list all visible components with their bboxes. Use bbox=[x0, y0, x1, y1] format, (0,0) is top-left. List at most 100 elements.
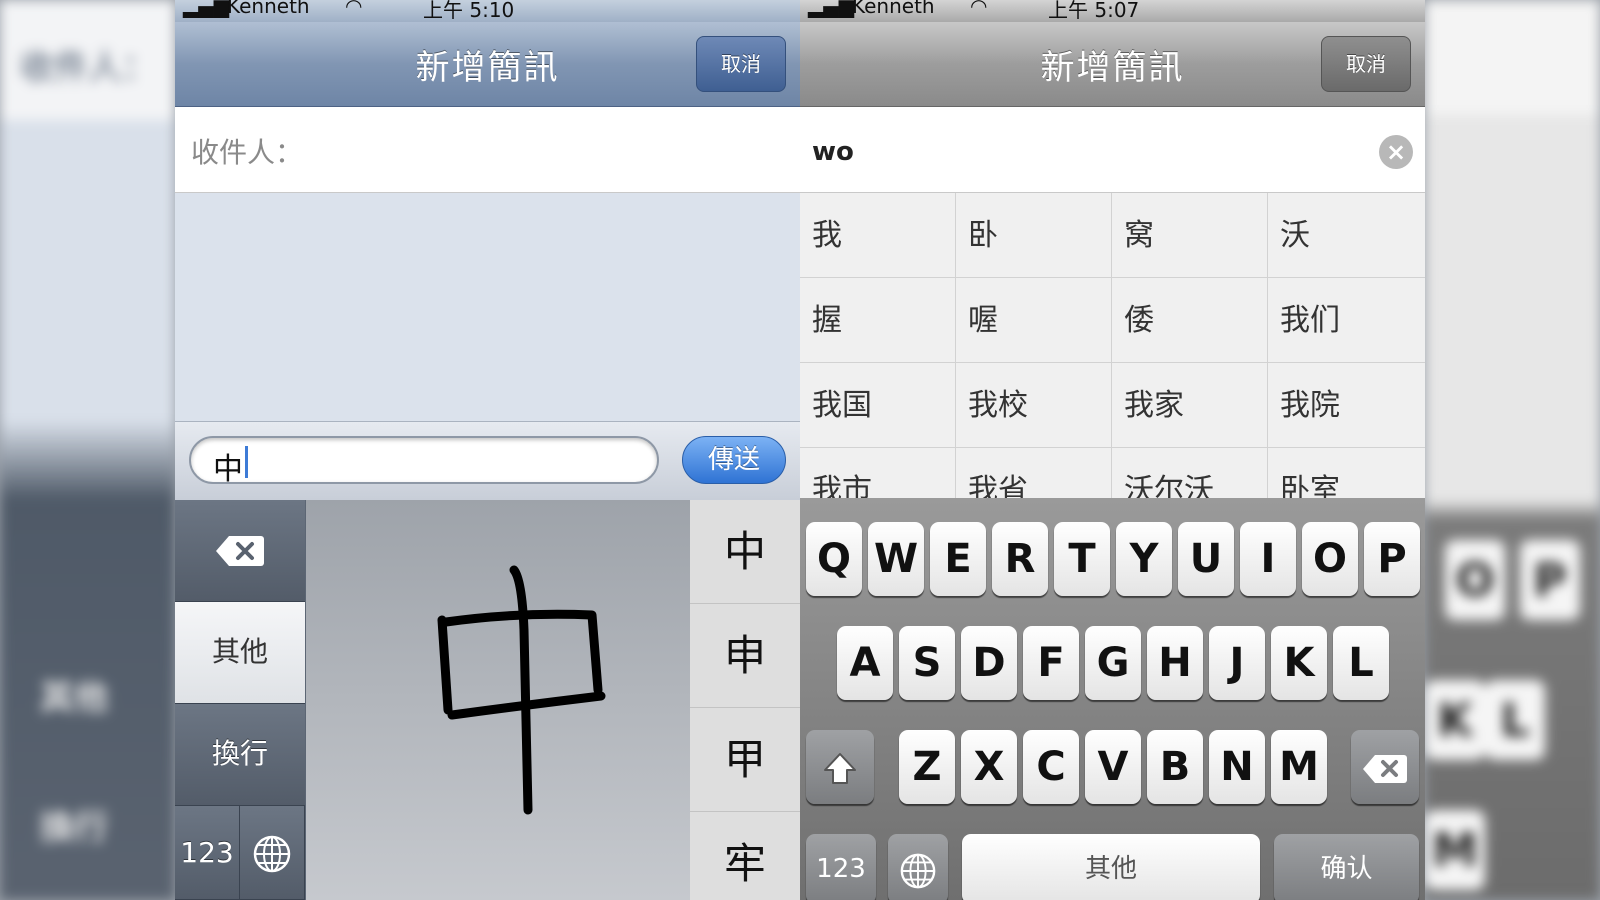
status-time: 上午 5:07 bbox=[1048, 0, 1140, 22]
key-r[interactable]: R bbox=[992, 522, 1048, 596]
globe-key[interactable] bbox=[240, 806, 305, 900]
key-a[interactable]: A bbox=[837, 626, 893, 700]
bg-key: L bbox=[1485, 680, 1545, 760]
candidate-item[interactable]: 牢 bbox=[690, 812, 800, 900]
navigation-bar: 新增簡訊 取消 bbox=[800, 22, 1425, 107]
keyboard-function-column: 其他 換行 123 bbox=[175, 500, 305, 900]
recipient-field[interactable]: 收件人： bbox=[175, 107, 800, 193]
key-o[interactable]: O bbox=[1302, 522, 1358, 596]
pinyin-input-value: wo bbox=[812, 137, 854, 167]
key-y[interactable]: Y bbox=[1116, 522, 1172, 596]
shift-icon bbox=[824, 753, 856, 784]
other-key[interactable]: 其他 bbox=[175, 602, 305, 704]
candidate-item[interactable]: 倭 bbox=[1112, 278, 1268, 363]
key-e[interactable]: E bbox=[930, 522, 986, 596]
bg-key: M bbox=[1425, 810, 1485, 890]
shift-key[interactable] bbox=[806, 730, 874, 804]
key-l[interactable]: L bbox=[1333, 626, 1389, 700]
newline-key[interactable]: 換行 bbox=[175, 704, 305, 806]
carrier-name: Kenneth bbox=[852, 0, 935, 18]
status-time: 上午 5:10 bbox=[423, 0, 515, 22]
globe-icon bbox=[253, 835, 291, 873]
bg-key: P bbox=[1520, 540, 1580, 620]
handwriting-canvas[interactable] bbox=[306, 500, 690, 900]
bg-newline-key: 換行 bbox=[40, 808, 108, 848]
key-c[interactable]: C bbox=[1023, 730, 1079, 804]
candidate-item[interactable]: 卧室 bbox=[1268, 448, 1425, 498]
handwritten-stroke bbox=[437, 565, 606, 815]
key-b[interactable]: B bbox=[1147, 730, 1203, 804]
candidate-item[interactable]: 我 bbox=[800, 193, 956, 278]
clear-icon[interactable]: × bbox=[1379, 135, 1413, 169]
carrier-name: Kenneth bbox=[227, 0, 310, 18]
numbers-key[interactable]: 123 bbox=[175, 806, 240, 900]
handwriting-keyboard: 其他 換行 123 中 申 甲 牢 bbox=[175, 500, 800, 900]
qwerty-keyboard: Q W E R T Y U I O P A S D F G H J K L Z … bbox=[800, 498, 1425, 900]
cancel-button[interactable]: 取消 bbox=[1321, 36, 1411, 92]
globe-key[interactable] bbox=[888, 834, 948, 900]
key-w[interactable]: W bbox=[868, 522, 924, 596]
bg-recipient-label: 收件人： bbox=[20, 48, 156, 88]
status-bar: ▂▄▆ Kenneth ◠ 上午 5:07 bbox=[800, 0, 1425, 22]
key-z[interactable]: Z bbox=[899, 730, 955, 804]
bg-other-key: 其他 bbox=[40, 678, 108, 718]
numbers-key[interactable]: 123 bbox=[806, 834, 876, 900]
candidate-item[interactable]: 我省 bbox=[956, 448, 1112, 498]
key-p[interactable]: P bbox=[1364, 522, 1420, 596]
candidate-grid: 我 卧 窝 沃 握 喔 倭 我们 我国 我校 我家 我院 我市 我省 沃尔沃 卧… bbox=[800, 193, 1425, 498]
key-v[interactable]: V bbox=[1085, 730, 1141, 804]
key-s[interactable]: S bbox=[899, 626, 955, 700]
send-button[interactable]: 傳送 bbox=[682, 436, 786, 484]
bg-key: O bbox=[1445, 540, 1505, 620]
key-f[interactable]: F bbox=[1023, 626, 1079, 700]
signal-icon: ▂▄▆ bbox=[808, 0, 855, 18]
candidate-item[interactable]: 窝 bbox=[1112, 193, 1268, 278]
candidate-item[interactable]: 喔 bbox=[956, 278, 1112, 363]
handwriting-screen: ▂▄▆ Kenneth ◠ 上午 5:10 新增簡訊 取消 收件人： 中 傳送 … bbox=[175, 0, 800, 900]
candidate-item[interactable]: 中 bbox=[690, 500, 800, 604]
candidate-item[interactable]: 我市 bbox=[800, 448, 956, 498]
key-k[interactable]: K bbox=[1271, 626, 1327, 700]
message-area bbox=[175, 193, 800, 421]
compose-bar: 中 傳送 bbox=[175, 421, 800, 500]
message-input-value: 中 bbox=[213, 452, 243, 487]
confirm-key[interactable]: 确认 bbox=[1274, 834, 1419, 900]
blurred-background-right: O P K L M bbox=[1425, 0, 1600, 900]
candidate-item[interactable]: 我院 bbox=[1268, 363, 1425, 448]
globe-icon bbox=[900, 853, 936, 889]
candidate-item[interactable]: 沃 bbox=[1268, 193, 1425, 278]
candidate-item[interactable]: 我国 bbox=[800, 363, 956, 448]
wifi-icon: ◠ bbox=[345, 0, 363, 18]
key-t[interactable]: T bbox=[1054, 522, 1110, 596]
backspace-key[interactable] bbox=[175, 500, 305, 602]
candidate-item[interactable]: 申 bbox=[690, 604, 800, 708]
candidate-item[interactable]: 我校 bbox=[956, 363, 1112, 448]
message-input[interactable]: 中 bbox=[189, 436, 659, 487]
candidate-item[interactable]: 握 bbox=[800, 278, 956, 363]
candidate-item[interactable]: 卧 bbox=[956, 193, 1112, 278]
wifi-icon: ◠ bbox=[970, 0, 988, 18]
other-key[interactable]: 其他 bbox=[962, 834, 1260, 900]
key-q[interactable]: Q bbox=[806, 522, 862, 596]
status-bar: ▂▄▆ Kenneth ◠ 上午 5:10 bbox=[175, 0, 800, 22]
blurred-background-left: 收件人： 其他 換行 bbox=[0, 0, 175, 900]
key-x[interactable]: X bbox=[961, 730, 1017, 804]
key-j[interactable]: J bbox=[1209, 626, 1265, 700]
key-i[interactable]: I bbox=[1240, 522, 1296, 596]
key-n[interactable]: N bbox=[1209, 730, 1265, 804]
candidate-item[interactable]: 我家 bbox=[1112, 363, 1268, 448]
candidate-item[interactable]: 甲 bbox=[690, 708, 800, 812]
candidate-item[interactable]: 我们 bbox=[1268, 278, 1425, 363]
key-g[interactable]: G bbox=[1085, 626, 1141, 700]
key-d[interactable]: D bbox=[961, 626, 1017, 700]
candidate-item[interactable]: 沃尔沃 bbox=[1112, 448, 1268, 498]
key-u[interactable]: U bbox=[1178, 522, 1234, 596]
key-m[interactable]: M bbox=[1271, 730, 1327, 804]
bg-key: K bbox=[1425, 680, 1485, 760]
pinyin-input-field[interactable]: wo × bbox=[800, 107, 1425, 193]
backspace-key[interactable] bbox=[1351, 730, 1419, 804]
key-h[interactable]: H bbox=[1147, 626, 1203, 700]
cancel-button[interactable]: 取消 bbox=[696, 36, 786, 92]
navigation-bar: 新增簡訊 取消 bbox=[175, 22, 800, 107]
backspace-icon bbox=[216, 536, 264, 566]
